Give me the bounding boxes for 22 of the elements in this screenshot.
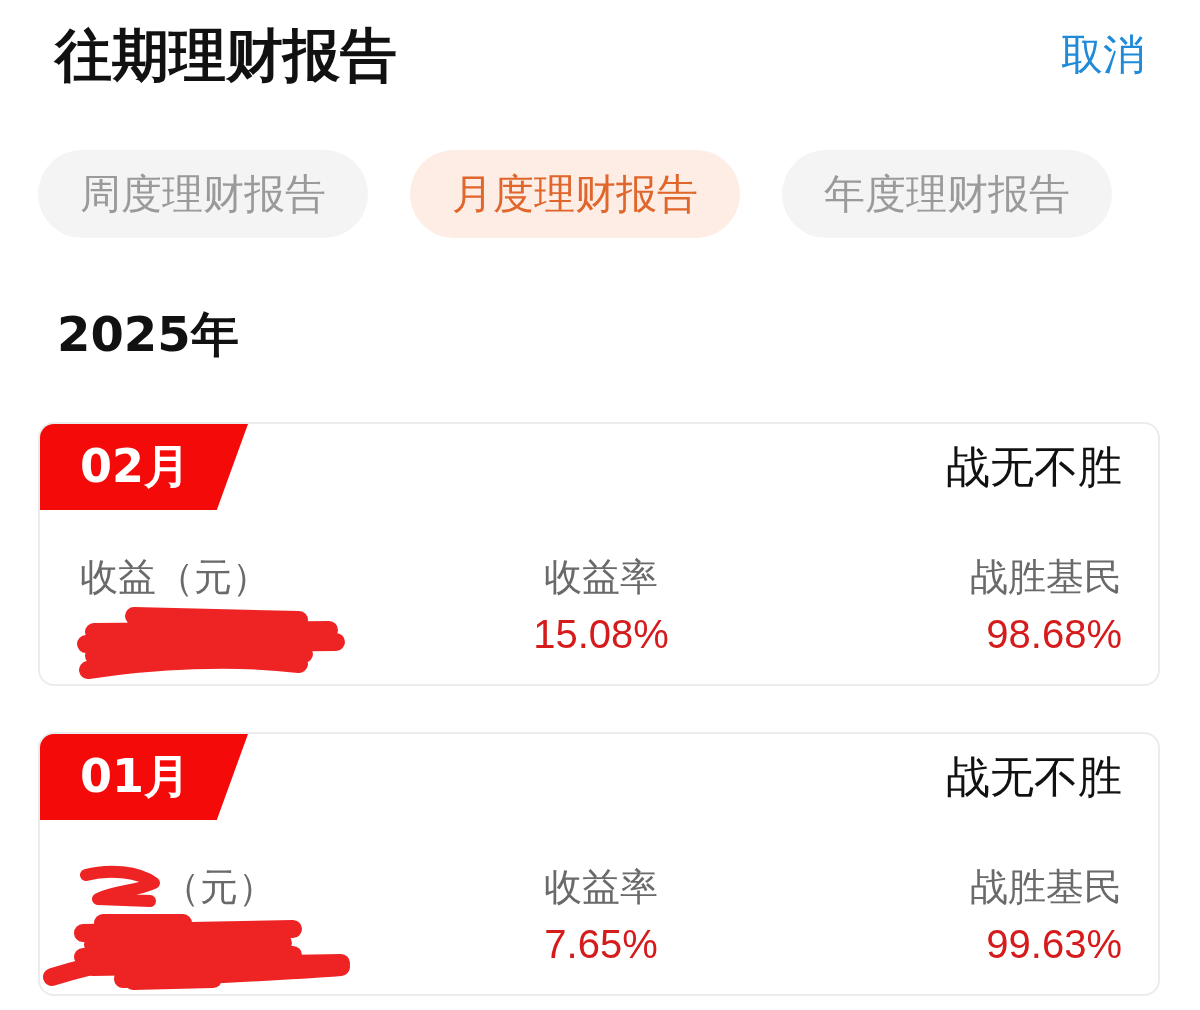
stat-label: 战胜基民: [970, 554, 1122, 600]
stat-label: 收益率: [544, 554, 658, 600]
report-title: 战无不胜: [946, 439, 1122, 494]
cancel-button[interactable]: 取消: [1061, 29, 1145, 81]
report-tab[interactable]: 周度理财报告: [38, 150, 368, 238]
report-tab[interactable]: 年度理财报告: [782, 150, 1112, 238]
month-badge: 02月: [40, 424, 248, 510]
month-badge: 01月: [40, 734, 248, 820]
stat-value: 98.68%: [986, 611, 1122, 657]
stat-value: 7.65%: [544, 921, 658, 967]
stat-label: 收益（元）: [80, 554, 270, 600]
report-card[interactable]: 02月 战无不胜 收益（元） 收益率 15.08% 战胜基民 98.68%: [38, 422, 1160, 686]
page-title: 往期理财报告: [55, 22, 397, 88]
stat-label: （元）: [162, 864, 276, 910]
year-heading: 2025年: [57, 305, 239, 364]
stat-label: 收益率: [544, 864, 658, 910]
stat-value: 99.63%: [986, 921, 1122, 967]
report-title: 战无不胜: [946, 749, 1122, 804]
report-tab[interactable]: 月度理财报告: [410, 150, 740, 238]
report-card[interactable]: 01月 战无不胜 （元） 收益率 7.65% 战胜基民 99.63%: [38, 732, 1160, 996]
stat-label: 战胜基民: [970, 864, 1122, 910]
stat-value: 15.08%: [533, 611, 669, 657]
